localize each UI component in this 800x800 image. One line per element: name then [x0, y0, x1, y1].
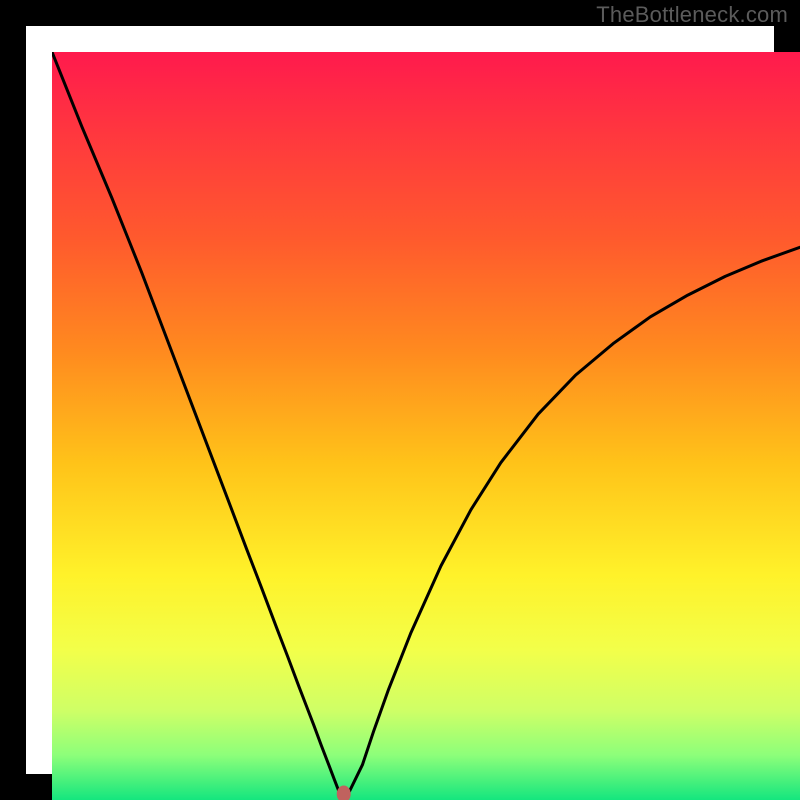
chart-frame: [0, 0, 800, 800]
chart-container: TheBottleneck.com: [0, 0, 800, 800]
watermark-text: TheBottleneck.com: [596, 2, 788, 28]
optimal-marker: [337, 786, 351, 800]
marker-layer: [52, 52, 800, 800]
plot-area: [52, 52, 800, 800]
